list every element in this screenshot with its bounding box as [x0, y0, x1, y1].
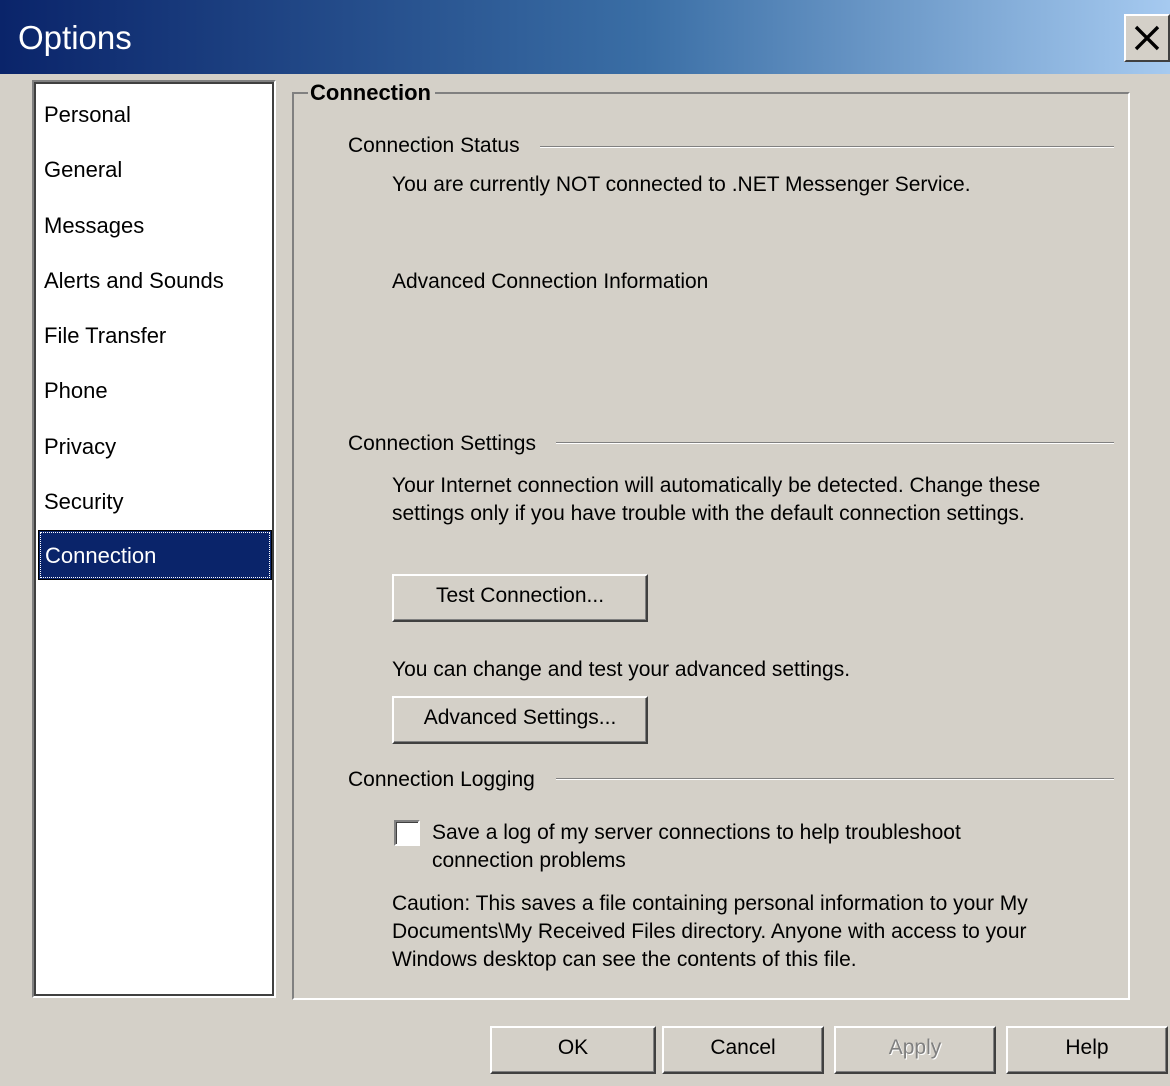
- sidebar-item-security[interactable]: Security: [38, 477, 272, 527]
- connection-status-message: You are currently NOT connected to .NET …: [392, 173, 971, 196]
- advanced-connection-info: Advanced Connection Information: [392, 270, 709, 293]
- save-log-checkbox[interactable]: [394, 820, 420, 846]
- caution-text: Caution: This saves a file containing pe…: [392, 892, 1028, 971]
- save-log-label[interactable]: Save a log of my server connections to h…: [432, 819, 1052, 875]
- sidebar-item-phone[interactable]: Phone: [38, 366, 272, 416]
- divider: [556, 778, 1114, 780]
- window-title: Options: [18, 19, 132, 56]
- title-bar[interactable]: Options: [0, 0, 1170, 74]
- connection-status-heading: Connection Status: [348, 131, 524, 161]
- advanced-settings-note: You can change and test your advanced se…: [392, 658, 851, 681]
- help-button[interactable]: Help: [1006, 1026, 1168, 1074]
- ok-button[interactable]: OK: [490, 1026, 656, 1074]
- advanced-settings-button[interactable]: Advanced Settings...: [392, 696, 648, 744]
- sidebar-item-privacy[interactable]: Privacy: [38, 422, 272, 472]
- sidebar-item-alerts-and-sounds[interactable]: Alerts and Sounds: [38, 256, 272, 306]
- sidebar-item-file-transfer[interactable]: File Transfer: [38, 311, 272, 361]
- close-icon: [1134, 25, 1160, 51]
- connection-settings-heading: Connection Settings: [348, 429, 540, 459]
- divider: [540, 146, 1114, 148]
- apply-button[interactable]: Apply: [834, 1026, 996, 1074]
- connection-settings-description: Your Internet connection will automatica…: [392, 474, 1041, 525]
- divider: [556, 442, 1114, 444]
- panel-title: Connection: [308, 78, 435, 108]
- test-connection-button[interactable]: Test Connection...: [392, 574, 648, 622]
- connection-logging-heading: Connection Logging: [348, 765, 539, 795]
- sidebar-item-personal[interactable]: Personal: [38, 90, 272, 140]
- cancel-button[interactable]: Cancel: [662, 1026, 824, 1074]
- sidebar-item-general[interactable]: General: [38, 145, 272, 195]
- close-button[interactable]: [1124, 14, 1170, 62]
- sidebar-item-connection[interactable]: Connection: [38, 530, 272, 580]
- sidebar-item-messages[interactable]: Messages: [38, 201, 272, 251]
- category-list[interactable]: Personal General Messages Alerts and Sou…: [32, 80, 276, 998]
